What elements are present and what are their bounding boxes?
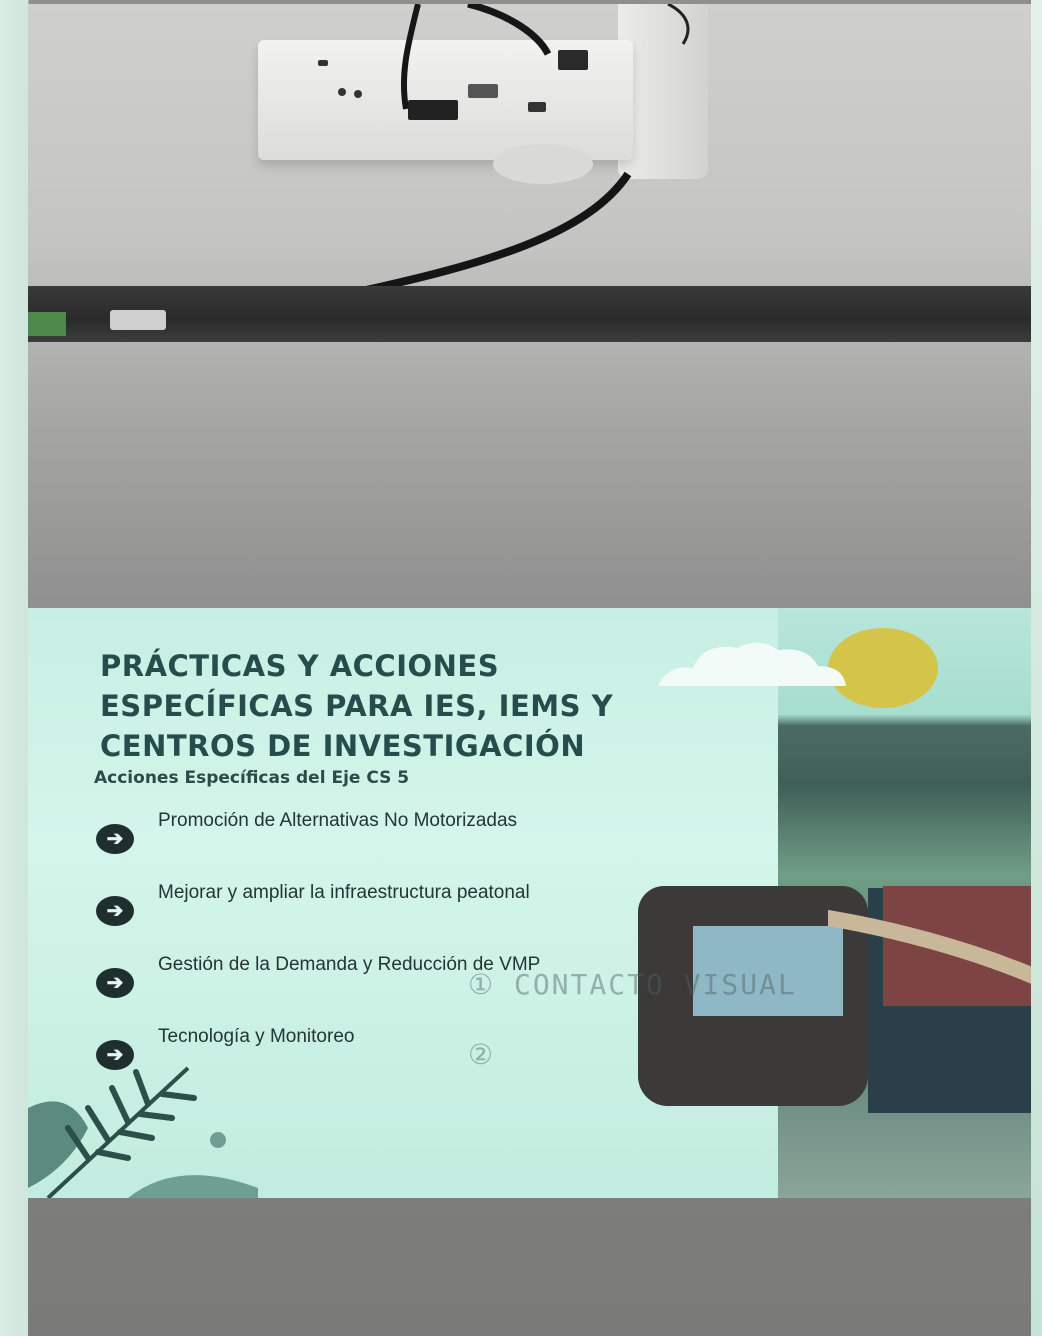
list-item: ➔ Mejorar y ampliar la infraestructura p… — [96, 882, 596, 954]
right-edge-strip — [1031, 0, 1042, 1336]
whiteboard-handwriting-note-1: ① CONTACTO VISUAL — [468, 968, 797, 1001]
arrow-right-circle-icon: ➔ — [96, 824, 134, 854]
palm-leaves-illustration — [28, 1066, 258, 1198]
list-item: ➔ Promoción de Alternativas No Motorizad… — [96, 810, 596, 882]
screen-case-white-label — [110, 310, 166, 330]
slide-title: PRÁCTICAS Y ACCIONES ESPECÍFICAS PARA IE… — [100, 649, 614, 763]
screen-case-green-label — [28, 312, 66, 336]
slide-subtitle: Acciones Específicas del Eje CS 5 — [94, 768, 410, 788]
photo: PRÁCTICAS Y ACCIONES ESPECÍFICAS PARA IE… — [28, 4, 1031, 1336]
projected-slide: PRÁCTICAS Y ACCIONES ESPECÍFICAS PARA IE… — [28, 608, 1031, 1198]
list-item-label: Promoción de Alternativas No Motorizadas — [158, 810, 518, 831]
arrow-right-circle-icon: ➔ — [96, 968, 134, 998]
arrow-right-circle-icon: ➔ — [96, 896, 134, 926]
pointing-hand-illustration — [828, 910, 1031, 984]
list-item-label: Mejorar y ampliar la infraestructura pea… — [158, 882, 530, 903]
whiteboard-handwriting-note-2: ② — [468, 1038, 496, 1071]
projection-screen-case — [28, 286, 1031, 342]
list-item-label: Tecnología y Monitoreo — [158, 1026, 355, 1047]
wall-below-screen — [28, 1198, 1031, 1336]
projector-cables — [347, 4, 690, 298]
